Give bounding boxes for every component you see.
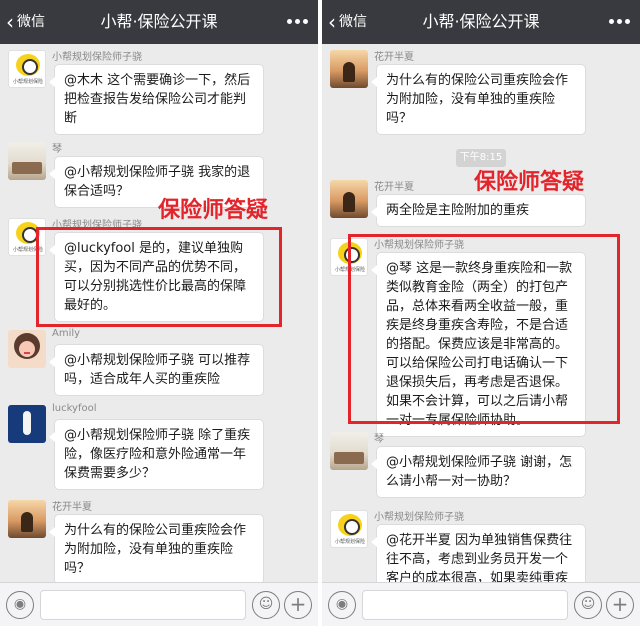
message-bubble[interactable]: @小帮规划保险师子骁 谢谢，怎么请小帮一对一协助？: [371, 446, 586, 498]
chat-title: 小帮·保险公开课: [422, 12, 540, 31]
message-bubble[interactable]: 两全险是主险附加的重疾: [371, 194, 586, 227]
avatar[interactable]: [330, 50, 368, 88]
avatar[interactable]: 小帮规划保险: [8, 50, 46, 88]
plus-icon[interactable]: +: [606, 591, 634, 619]
chat-screen-left: ‹ 微信 小帮·保险公开课 小帮规划保险 小帮规划保险师子骁 @木木 这个需要确…: [0, 0, 318, 626]
avatar[interactable]: [330, 180, 368, 218]
highlight-box: [36, 227, 282, 327]
avatar[interactable]: 小帮规划保险: [330, 510, 368, 548]
emoji-icon[interactable]: ☺: [574, 591, 602, 619]
input-bar: ◉ ☺ +: [322, 582, 640, 626]
message-bubble[interactable]: 为什么有的保险公司重疾险会作为附加险，没有单独的重疾险吗？: [371, 64, 586, 135]
chat-title: 小帮·保险公开课: [100, 12, 218, 31]
highlight-label: 保险师答疑: [474, 170, 585, 195]
avatar[interactable]: [8, 500, 46, 538]
sender-name: 琴: [374, 434, 384, 445]
highlight-box: [348, 234, 620, 424]
sender-name: 小帮规划保险师子骁: [374, 512, 464, 523]
chat-screen-right: ‹ 微信 小帮·保险公开课 花开半夏 为什么有的保险公司重疾险会作为附加险，没有…: [322, 0, 640, 626]
message-bubble[interactable]: @小帮规划保险师子骁 除了重疾险，像医疗险和意外险通常一年保费需要多少？: [49, 419, 264, 490]
message-input[interactable]: [362, 590, 568, 620]
more-icon[interactable]: [287, 19, 308, 24]
sender-name: 小帮规划保险师子骁: [52, 52, 142, 63]
sender-name: luckyfool: [52, 403, 97, 414]
message-bubble[interactable]: 为什么有的保险公司重疾险会作为附加险，没有单独的重疾险吗？: [49, 514, 264, 585]
plus-icon[interactable]: +: [284, 591, 312, 619]
nav-bar: ‹ 微信 小帮·保险公开课: [322, 0, 640, 44]
input-bar: ◉ ☺ +: [0, 582, 318, 626]
sender-name: 琴: [52, 144, 62, 155]
highlight-label: 保险师答疑: [158, 198, 269, 223]
emoji-icon[interactable]: ☺: [252, 591, 280, 619]
message-input[interactable]: [40, 590, 246, 620]
voice-icon[interactable]: ◉: [328, 591, 356, 619]
sender-name: 花开半夏: [374, 52, 414, 63]
avatar[interactable]: [8, 330, 46, 368]
sender-name: 花开半夏: [374, 182, 414, 193]
more-icon[interactable]: [609, 19, 630, 24]
avatar[interactable]: [8, 405, 46, 443]
sender-name: 花开半夏: [52, 502, 92, 513]
message-bubble[interactable]: @小帮规划保险师子骁 可以推荐吗，适合成年人买的重疾险: [49, 344, 264, 396]
nav-bar: ‹ 微信 小帮·保险公开课: [0, 0, 318, 44]
message-bubble[interactable]: @木木 这个需要确诊一下，然后把检查报告发给保险公司才能判断: [49, 64, 264, 135]
avatar[interactable]: [330, 432, 368, 470]
voice-icon[interactable]: ◉: [6, 591, 34, 619]
sender-name: Amily: [52, 328, 81, 339]
avatar[interactable]: [8, 142, 46, 180]
